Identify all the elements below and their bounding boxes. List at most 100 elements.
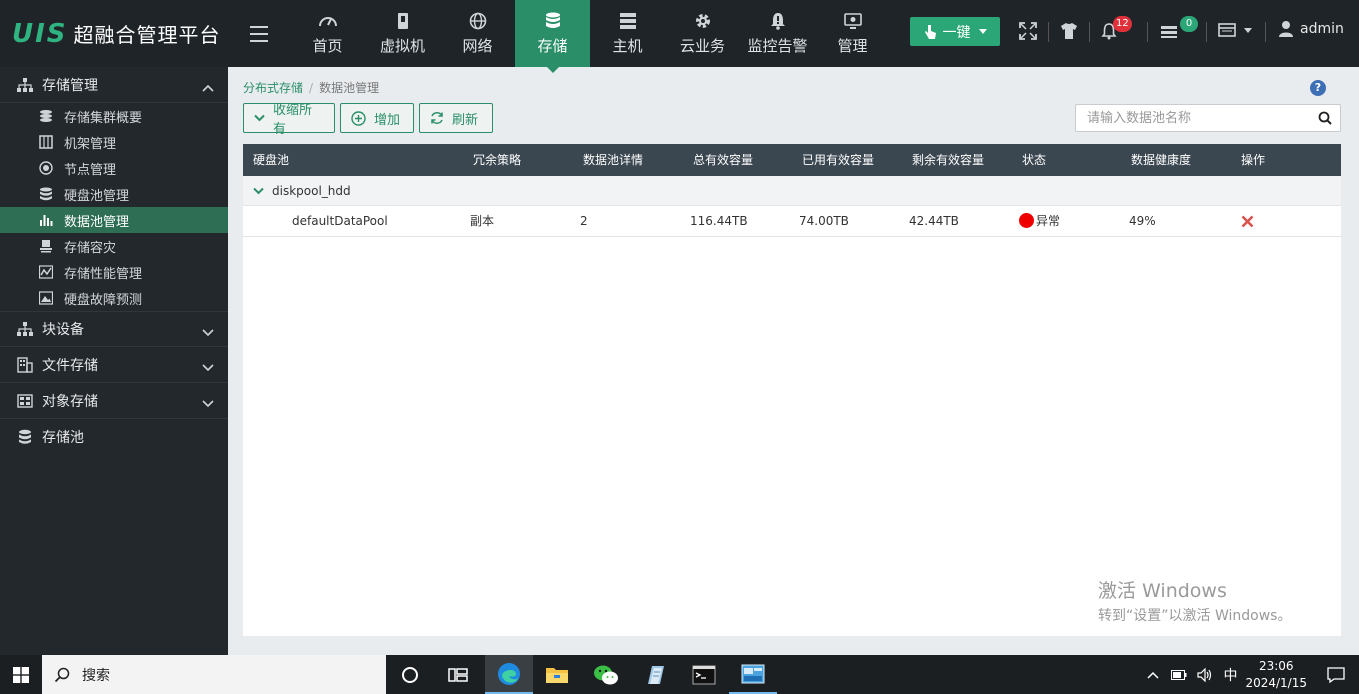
vm-icon [393,11,413,31]
clock-date: 2024/1/15 [1245,675,1307,690]
sidebar-item-diskpool[interactable]: 硬盘池管理 [0,181,228,207]
delete-x-icon [1241,215,1254,228]
sidebar-group-block-device[interactable]: 块设备 [0,311,228,347]
taskbar-search-box[interactable]: 搜索 [42,655,386,694]
object-storage-icon [16,393,34,409]
user-menu[interactable]: admin [1278,20,1344,38]
task-switcher-button[interactable] [434,655,482,694]
sidebar-item-cluster-overview[interactable]: 存储集群概要 [0,103,228,129]
nav-host[interactable]: 主机 [590,0,665,67]
database-icon [543,11,563,31]
windows-menu-button[interactable] [1218,22,1252,38]
table-header: 硬盘池 冗余策略 数据池详情 总有效容量 已用有效容量 剩余有效容量 状态 数据… [243,144,1341,176]
user-name: admin [1300,21,1344,37]
search-button[interactable] [1310,111,1340,125]
app-title: 超融合管理平台 [73,23,221,47]
nav-network[interactable]: 网络 [440,0,515,67]
sidebar-item-rack[interactable]: 机架管理 [0,129,228,155]
nav-monitor-label: 监控告警 [747,37,808,55]
tasks-button[interactable]: 0 [1160,16,1198,44]
delete-button[interactable] [1241,206,1254,237]
sidebar-item-label: 硬盘故障预测 [64,292,143,308]
cortana-circle-icon [402,666,418,683]
column-header: 总有效容量 [693,153,754,167]
datapool-table: 硬盘池 冗余策略 数据池详情 总有效容量 已用有效容量 剩余有效容量 状态 数据… [243,144,1341,636]
sidebar-item-label: 存储性能管理 [64,266,143,282]
sidebar-item-node[interactable]: 节点管理 [0,155,228,181]
nav-monitor[interactable]: 监控告警 [740,0,815,67]
bar-chart-icon [38,213,54,227]
menu-toggle-button[interactable] [228,0,290,67]
remote-desktop-app[interactable] [729,655,777,694]
cell-health: 49% [1129,214,1156,228]
terminal-app[interactable] [680,655,728,694]
sidebar-item-disaster-recovery[interactable]: 存储容灾 [0,233,228,259]
ime-indicator[interactable]: 中 [1223,665,1237,685]
chevron-down-icon [202,325,214,341]
volume-icon[interactable] [1197,667,1213,682]
sidebar-item-performance[interactable]: 存储性能管理 [0,259,228,285]
landscape-icon [38,291,54,305]
toolbar-divider [1048,22,1049,42]
start-button[interactable] [0,655,42,694]
alerts-button[interactable]: 12 [1101,16,1132,44]
sidebar-item-disk-failure-prediction[interactable]: 硬盘故障预测 [0,285,228,311]
building-icon [16,356,34,373]
breadcrumb: 分布式存储 / 数据池管理 [243,79,379,96]
theme-button[interactable] [1060,22,1078,44]
toolbar-divider [1265,22,1266,42]
breadcrumb-current: 数据池管理 [319,81,380,95]
table-group-row[interactable]: diskpool_hdd [243,176,1341,206]
nav-manage[interactable]: 管理 [815,0,890,67]
onekey-button[interactable]: 一键 [910,17,1000,46]
task-list-icon [1161,26,1177,38]
nav-host-label: 主机 [612,37,643,55]
breadcrumb-parent-link[interactable]: 分布式存储 [243,81,303,95]
nav-vm[interactable]: 虚拟机 [365,0,440,67]
add-button[interactable]: 增加 [340,103,414,133]
help-icon[interactable]: ? [1310,80,1326,96]
clock-time: 23:06 [1258,658,1294,673]
battery-icon[interactable] [1171,669,1187,680]
status-text: 异常 [1036,214,1061,228]
cell-pool-name: defaultDataPool [292,214,388,228]
sidebar-group-label: 存储管理 [42,77,98,94]
tasks-count-badge: 0 [1180,16,1198,32]
chevron-down-icon [202,396,214,412]
bell-alert-icon [768,11,788,31]
logo[interactable]: UIS 超融合管理平台 [0,0,228,67]
sidebar-group-storage-pool[interactable]: 存储池 [0,419,228,455]
tray-overflow-chevron-up-icon[interactable] [1147,671,1159,679]
edge-browser-app[interactable] [485,655,533,694]
nav-storage[interactable]: 存储 [515,0,590,73]
collapse-all-button[interactable]: 收缩所有 [243,103,335,137]
sidebar-group-storage-management[interactable]: 存储管理 [0,67,228,103]
sidebar-group-label: 对象存储 [42,393,98,410]
nav-vm-label: 虚拟机 [379,37,425,55]
nav-cloud[interactable]: 云业务 [665,0,740,67]
search-input[interactable] [1076,105,1310,131]
chevron-down-icon [202,360,214,376]
table-row[interactable]: defaultDataPool 副本 2 116.44TB 74.00TB 42… [243,206,1341,237]
clock[interactable]: 23:06 2024/1/15 [1245,658,1307,692]
fullscreen-button[interactable] [1019,22,1037,44]
group-name: diskpool_hdd [272,183,351,198]
sidebar-group-file-storage[interactable]: 文件存储 [0,347,228,383]
nav-cloud-label: 云业务 [679,37,725,55]
window-icon [1218,23,1236,37]
task-view-button[interactable] [386,655,434,694]
sidebar-item-label: 硬盘池管理 [64,188,130,204]
notepad-app[interactable] [631,655,679,694]
refresh-button[interactable]: 刷新 [419,103,493,133]
sidebar-group-object-storage[interactable]: 对象存储 [0,383,228,419]
remote-desktop-icon [741,664,765,683]
caret-down-icon [978,29,987,34]
file-explorer-app[interactable] [533,655,581,694]
collapse-all-label: 收缩所有 [273,103,313,137]
sidebar-group-label: 文件存储 [42,357,98,374]
notification-center-icon[interactable] [1327,666,1345,683]
nav-home[interactable]: 首页 [290,0,365,67]
sidebar-item-datapool[interactable]: 数据池管理 [0,207,228,233]
status-dot-icon [1019,213,1034,228]
wechat-app[interactable] [582,655,630,694]
